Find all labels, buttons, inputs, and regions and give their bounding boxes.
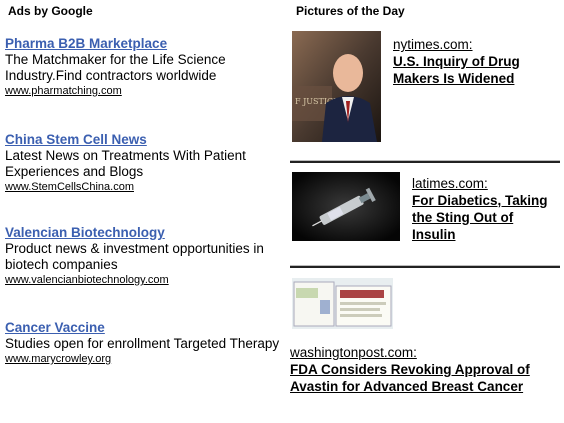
page: Ads by Google Pharma B2B Marketplace The… bbox=[0, 0, 564, 423]
pic-headline-link[interactable]: U.S. Inquiry of Drug Makers Is Widened bbox=[393, 53, 558, 87]
divider bbox=[290, 265, 560, 268]
ad-title-link[interactable]: China Stem Cell News bbox=[5, 132, 280, 148]
pic-headline-link[interactable]: FDA Considers Revoking Approval of Avast… bbox=[290, 361, 560, 395]
ad-url-link[interactable]: www.valencianbiotechnology.com bbox=[5, 273, 280, 287]
ad-item-valencian: Valencian Biotechnology Product news & i… bbox=[5, 225, 280, 287]
ad-title-link[interactable]: Valencian Biotechnology bbox=[5, 225, 280, 241]
pic-source-link[interactable]: latimes.com: bbox=[412, 176, 488, 192]
ad-description: The Matchmaker for the Life Science Indu… bbox=[5, 52, 226, 83]
ad-item-stem-cell: China Stem Cell News Latest News on Trea… bbox=[5, 132, 280, 194]
pictures-heading: Pictures of the Day bbox=[296, 4, 405, 18]
avastin-box-photo[interactable] bbox=[292, 278, 393, 329]
ad-url-link[interactable]: www.marycrowley.org bbox=[5, 352, 280, 366]
ad-title-link[interactable]: Cancer Vaccine bbox=[5, 320, 280, 336]
pic-source-link[interactable]: washingtonpost.com: bbox=[290, 345, 417, 361]
ad-item-cancer-vaccine: Cancer Vaccine Studies open for enrollme… bbox=[5, 320, 280, 366]
pic-headline-link[interactable]: For Diabetics, Taking the Sting Out of I… bbox=[412, 192, 552, 243]
pic-source-link[interactable]: nytimes.com: bbox=[393, 37, 473, 53]
ad-description: Product news & investment opportunities … bbox=[5, 241, 264, 272]
divider bbox=[290, 160, 560, 163]
ad-description: Latest News on Treatments With Patient E… bbox=[5, 148, 246, 179]
ad-description: Studies open for enrollment Targeted The… bbox=[5, 336, 280, 351]
ads-heading: Ads by Google bbox=[8, 4, 93, 18]
ad-url-link[interactable]: www.pharmatching.com bbox=[5, 84, 280, 98]
ad-title-link[interactable]: Pharma B2B Marketplace bbox=[5, 36, 280, 52]
official-at-podium-photo[interactable]: F JUSTICE bbox=[292, 31, 381, 142]
ad-url-link[interactable]: www.StemCellsChina.com bbox=[5, 180, 280, 194]
ad-item-pharma: Pharma B2B Marketplace The Matchmaker fo… bbox=[5, 36, 280, 98]
syringe-photo[interactable] bbox=[292, 172, 400, 241]
